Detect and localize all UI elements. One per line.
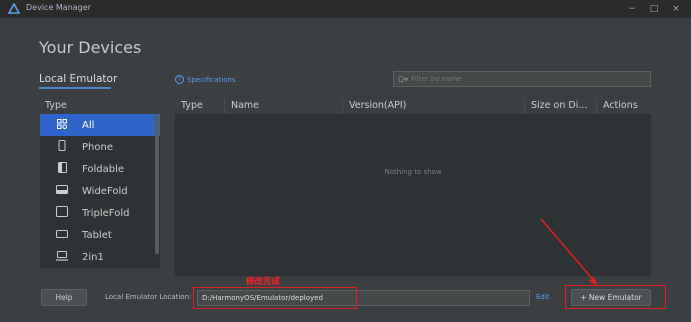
type-item-label: WideFold (82, 185, 128, 197)
annotation-box-new-emulator (565, 285, 666, 309)
type-item-label: All (82, 119, 95, 131)
column-size[interactable]: Size on Di... (525, 98, 597, 114)
laptop-icon (55, 250, 69, 264)
type-item-widefold[interactable]: WideFold (40, 180, 160, 202)
location-label: Local Emulator Location: (105, 293, 192, 301)
edit-link[interactable]: Edit (536, 293, 550, 301)
type-item-label: Tablet (82, 229, 112, 241)
specifications-label: Specifications (187, 75, 236, 84)
window-title: Device Manager (26, 3, 91, 12)
help-button[interactable]: Help (41, 289, 87, 306)
search-icon: Q▾ (398, 74, 409, 84)
type-item-label: TripleFold (82, 207, 130, 219)
type-item-tablet[interactable]: Tablet (40, 224, 160, 246)
device-table: Type Name Version(API) Size on Di... Act… (174, 97, 652, 277)
annotation-text: 修改完成 (246, 277, 281, 287)
maximize-button[interactable]: □ (645, 2, 663, 16)
column-actions[interactable]: Actions (597, 98, 651, 114)
harmony-logo-icon (8, 3, 20, 14)
type-list-header: Type (40, 98, 160, 114)
tab-underline (39, 87, 111, 89)
title-bar: Device Manager − □ × (0, 0, 691, 18)
search-input[interactable] (411, 75, 632, 83)
type-item-triplefold[interactable]: TripleFold (40, 202, 160, 224)
type-item-phone[interactable]: Phone (40, 136, 160, 158)
column-type[interactable]: Type (175, 98, 225, 114)
type-item-foldable[interactable]: Foldable (40, 158, 160, 180)
widefold-icon (55, 185, 69, 197)
specifications-link[interactable]: ? Specifications (175, 75, 236, 84)
minimize-button[interactable]: − (623, 2, 641, 16)
foldable-icon (55, 162, 69, 176)
question-icon: ? (175, 75, 184, 84)
column-version[interactable]: Version(API) (343, 98, 525, 114)
tablet-icon (55, 229, 69, 241)
close-button[interactable]: × (667, 2, 685, 16)
type-list-scrollbar[interactable] (155, 114, 159, 254)
type-item-all[interactable]: All (40, 114, 160, 136)
search-box[interactable]: Q▾ (393, 71, 651, 87)
page-title: Your Devices (39, 38, 142, 57)
empty-state: Nothing to show (384, 168, 442, 176)
type-list: Type All Phone Foldable WideFold TripleF… (39, 97, 161, 269)
grid-icon (55, 118, 69, 132)
type-item-2in1[interactable]: 2in1 (40, 246, 160, 268)
table-header: Type Name Version(API) Size on Di... Act… (175, 98, 651, 114)
triplefold-icon (55, 206, 69, 220)
type-item-label: Phone (82, 141, 113, 153)
annotation-box-location (193, 287, 357, 309)
type-item-label: Foldable (82, 163, 125, 175)
column-name[interactable]: Name (225, 98, 343, 114)
type-item-label: 2in1 (82, 251, 104, 263)
tab-local-emulator[interactable]: Local Emulator (39, 73, 117, 85)
phone-icon (55, 140, 69, 154)
